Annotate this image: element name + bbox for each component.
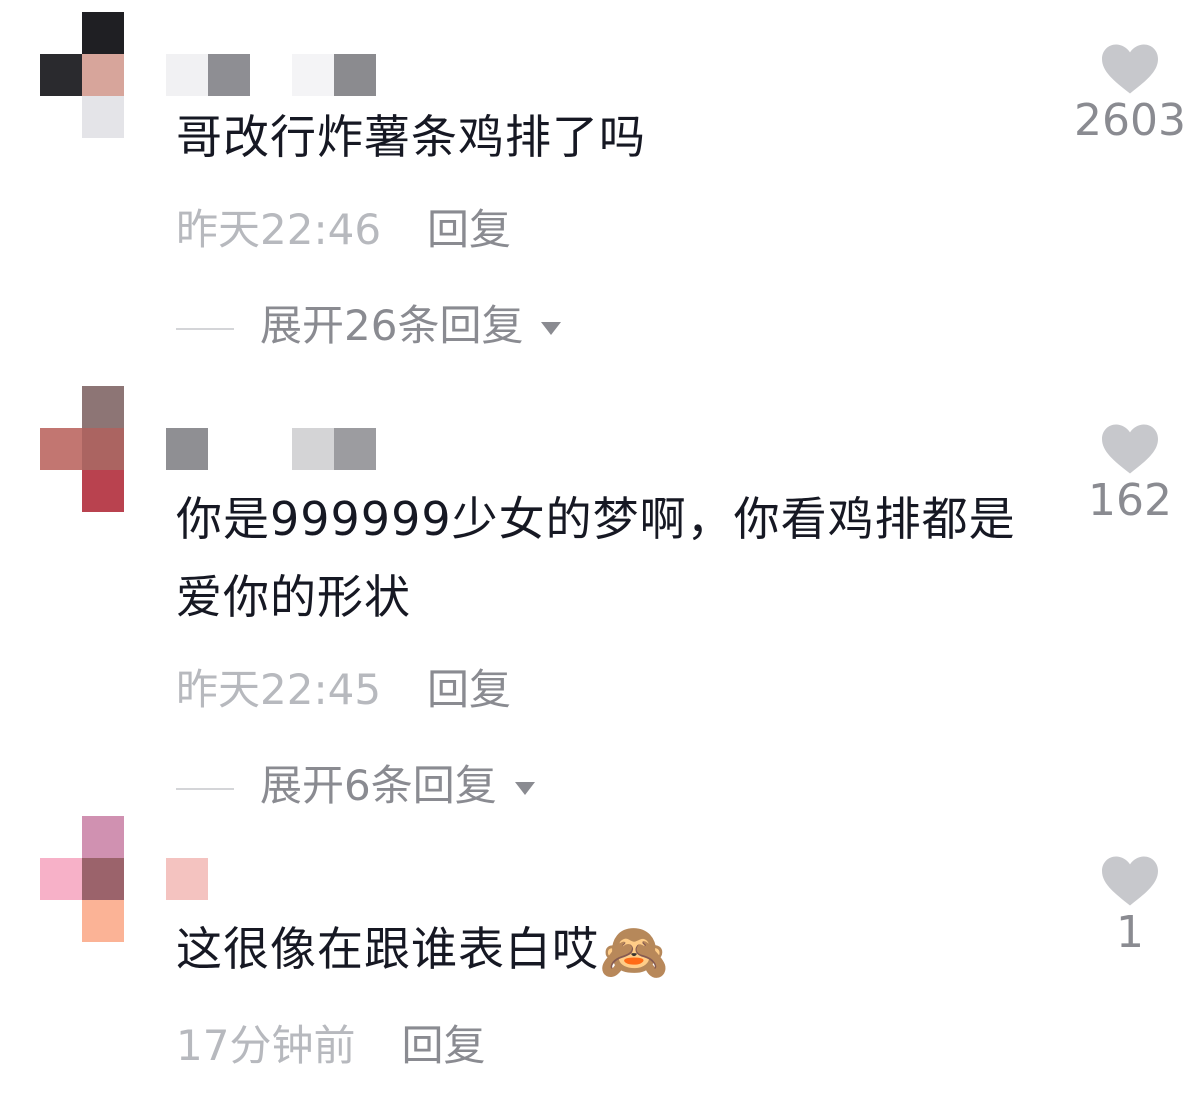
avatar-pixel xyxy=(82,12,124,54)
avatar-pixel xyxy=(82,96,124,138)
reply-button[interactable]: 回复 xyxy=(401,1021,485,1070)
username-pixel xyxy=(292,54,334,96)
avatar-pixel xyxy=(82,54,124,96)
comment-text: 你是999999少女的梦啊，你看鸡排都是爱你的形状 xyxy=(176,492,1016,624)
avatar[interactable] xyxy=(40,816,126,942)
avatar[interactable] xyxy=(40,12,126,138)
like-count: 2603 xyxy=(1074,95,1186,146)
comment-text: 哥改行炸薯条鸡排了吗 xyxy=(176,110,646,164)
divider-line xyxy=(176,327,234,330)
avatar-pixel xyxy=(82,386,124,428)
username-pixel xyxy=(334,428,376,470)
comment-text-body: 这很像在跟谁表白哎 xyxy=(176,922,599,976)
avatar[interactable] xyxy=(40,386,126,512)
like-button[interactable]: 2603 xyxy=(1060,44,1200,148)
expand-replies-button[interactable]: 展开6条回复 xyxy=(176,758,535,814)
avatar-pixel xyxy=(40,858,82,900)
username-blurred[interactable] xyxy=(166,858,426,902)
heart-icon xyxy=(1102,44,1158,94)
divider-line xyxy=(176,787,234,790)
comment-time: 昨天22:45 xyxy=(176,665,382,714)
avatar-pixel xyxy=(82,428,124,470)
chevron-down-icon xyxy=(541,322,562,335)
comment-meta: 昨天22:46 回复 xyxy=(176,202,511,258)
reply-button[interactable]: 回复 xyxy=(427,665,511,714)
heart-icon xyxy=(1102,856,1158,906)
username-pixel xyxy=(166,428,208,470)
username-blurred[interactable] xyxy=(166,54,426,98)
expand-replies-button[interactable]: 展开26条回复 xyxy=(176,298,562,354)
expand-replies-label: 展开26条回复 xyxy=(260,301,524,350)
username-pixel xyxy=(292,428,334,470)
username-pixel xyxy=(208,54,250,96)
avatar-pixel xyxy=(82,900,124,942)
comment-meta: 昨天22:45 回复 xyxy=(176,662,511,718)
username-blurred[interactable] xyxy=(166,428,426,472)
like-count: 1 xyxy=(1116,907,1144,958)
avatar-pixel xyxy=(82,816,124,858)
avatar-pixel xyxy=(82,858,124,900)
expand-replies-label: 展开6条回复 xyxy=(260,761,497,810)
like-button[interactable]: 162 xyxy=(1060,424,1200,528)
comment-time: 17分钟前 xyxy=(176,1021,356,1070)
avatar-pixel xyxy=(40,428,82,470)
comment-time: 昨天22:46 xyxy=(176,205,382,254)
chevron-down-icon xyxy=(514,782,535,795)
comment-text: 这很像在跟谁表白哎🙈 xyxy=(176,910,1036,988)
reply-button[interactable]: 回复 xyxy=(427,205,511,254)
avatar-pixel xyxy=(82,470,124,512)
avatar-pixel xyxy=(40,54,82,96)
username-pixel xyxy=(166,54,208,96)
see-no-evil-monkey-emoji: 🙈 xyxy=(599,920,670,985)
like-button[interactable]: 1 xyxy=(1060,856,1200,960)
username-pixel xyxy=(334,54,376,96)
heart-icon xyxy=(1102,424,1158,474)
comment-meta: 17分钟前 回复 xyxy=(176,1018,485,1074)
username-pixel xyxy=(166,858,208,900)
like-count: 162 xyxy=(1088,475,1172,526)
